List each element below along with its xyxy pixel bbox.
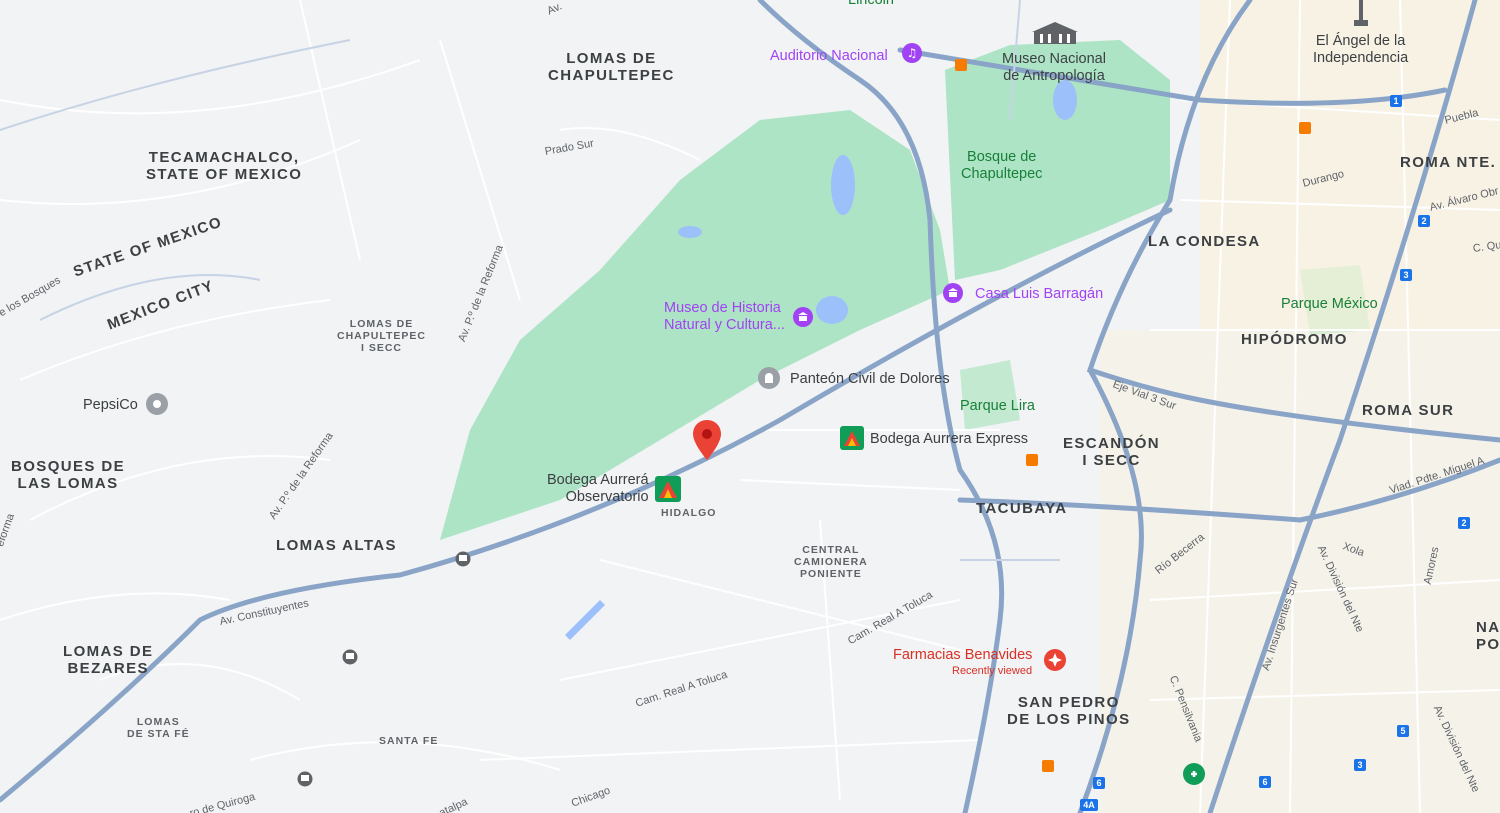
area-central-camionera: CENTRAL CAMIONERA PONIENTE (794, 544, 868, 581)
poi-museo-historia[interactable]: Museo de Historia Natural y Cultura... (664, 300, 785, 333)
area-lomas-altas: LOMAS ALTAS (276, 537, 397, 554)
poi-panteon-civil[interactable]: Panteón Civil de Dolores (790, 371, 950, 388)
poi-parque-lira[interactable]: Parque Lira (960, 398, 1035, 415)
lake-2 (816, 296, 848, 324)
lake-3 (678, 226, 702, 238)
poi-lincoln[interactable]: Lincoln (848, 0, 894, 9)
route-badge: 3 (1354, 759, 1366, 771)
pharmacy-icon[interactable] (1043, 648, 1067, 677)
area-santa-fe: SANTA FE (379, 735, 439, 747)
store-icon[interactable] (840, 426, 864, 455)
poi-bodega-observatorio[interactable]: Bodega Aurrerá Observatorio (547, 472, 649, 505)
area-tecamachalco: TECAMACHALCO, STATE OF MEXICO (146, 149, 303, 184)
area-san-pedro: SAN PEDRO DE LOS PINOS (1007, 694, 1131, 729)
map-canvas[interactable] (0, 0, 1500, 813)
lake (831, 155, 855, 215)
area-lomas-sta-fe: LOMAS DE STA FÉ (127, 716, 190, 741)
recently-viewed-label: Recently viewed (952, 665, 1033, 677)
company-icon[interactable] (145, 392, 169, 421)
poi-auditorio-nacional[interactable]: Auditorio Nacional (770, 48, 888, 65)
poi-parque-mexico[interactable]: Parque México (1281, 296, 1378, 313)
poi-bosque-chapultepec[interactable]: Bosque de Chapultepec (961, 149, 1042, 182)
route-badge: 4A (1080, 799, 1098, 811)
hospital-icon[interactable] (1182, 762, 1206, 791)
poi-museo-antropologia[interactable]: Museo Nacional de Antropología (1002, 51, 1106, 84)
svg-text:♫: ♫ (907, 46, 918, 60)
cemetery-icon[interactable] (757, 366, 781, 395)
route-badge: 5 (1397, 725, 1409, 737)
poi-farmacias-benavides[interactable]: Farmacias Benavides (893, 647, 1032, 664)
park-parque-lira (960, 360, 1020, 430)
restaurant-icon[interactable] (1026, 453, 1038, 471)
poi-casa-luis-barragan[interactable]: Casa Luis Barragán (975, 286, 1103, 303)
route-badge: 6 (1259, 776, 1271, 788)
store-icon[interactable] (655, 476, 681, 507)
area-lomas-chap-i-secc: LOMAS DE CHAPULTEPEC I SECC (337, 318, 426, 355)
museum-icon[interactable] (942, 282, 964, 309)
area-hipodromo: HIPÓDROMO (1241, 331, 1348, 348)
poi-bodega-express[interactable]: Bodega Aurrera Express (870, 431, 1028, 448)
map-view[interactable]: LOMAS DE CHAPULTEPEC TECAMACHALCO, STATE O… (0, 0, 1500, 813)
area-lomas-chapultepec: LOMAS DE CHAPULTEPEC (548, 50, 675, 85)
route-badge: 2 (1418, 215, 1430, 227)
route-badge: 6 (1093, 777, 1105, 789)
music-icon[interactable]: ♫ (901, 42, 923, 69)
lake-4 (1053, 80, 1077, 120)
poi-angel-independencia[interactable]: El Ángel de la Independencia (1313, 33, 1408, 66)
transit-icon[interactable] (455, 551, 471, 572)
area-bosques-lomas: BOSQUES DE LAS LOMAS (11, 458, 126, 493)
route-badge: 2 (1458, 517, 1470, 529)
monument-icon[interactable] (1352, 0, 1370, 33)
restaurant-icon[interactable] (1042, 759, 1054, 777)
museum-building-icon[interactable] (1032, 22, 1078, 51)
area-escandon: ESCANDÓN I SECC (1063, 435, 1161, 470)
museum-icon[interactable] (792, 306, 814, 333)
area-hidalgo: HIDALGO (661, 507, 717, 519)
transit-icon[interactable] (297, 771, 313, 792)
route-badge: 3 (1400, 269, 1412, 281)
location-pin-icon[interactable] (693, 420, 721, 467)
area-napo: NA PO (1476, 619, 1500, 654)
area-roma-sur: ROMA SUR (1362, 402, 1455, 419)
area-lomas-bezares: LOMAS DE BEZARES (63, 643, 154, 678)
restaurant-icon[interactable] (1299, 121, 1311, 139)
poi-pepsico[interactable]: PepsiCo (83, 397, 138, 414)
area-roma-nte: ROMA NTE. (1400, 154, 1497, 171)
lake-5 (565, 600, 605, 640)
route-badge: 1 (1390, 95, 1402, 107)
area-tacubaya: TACUBAYA (976, 500, 1068, 517)
transit-icon[interactable] (342, 649, 358, 670)
restaurant-icon[interactable] (955, 58, 967, 76)
area-la-condesa: LA CONDESA (1148, 233, 1261, 250)
